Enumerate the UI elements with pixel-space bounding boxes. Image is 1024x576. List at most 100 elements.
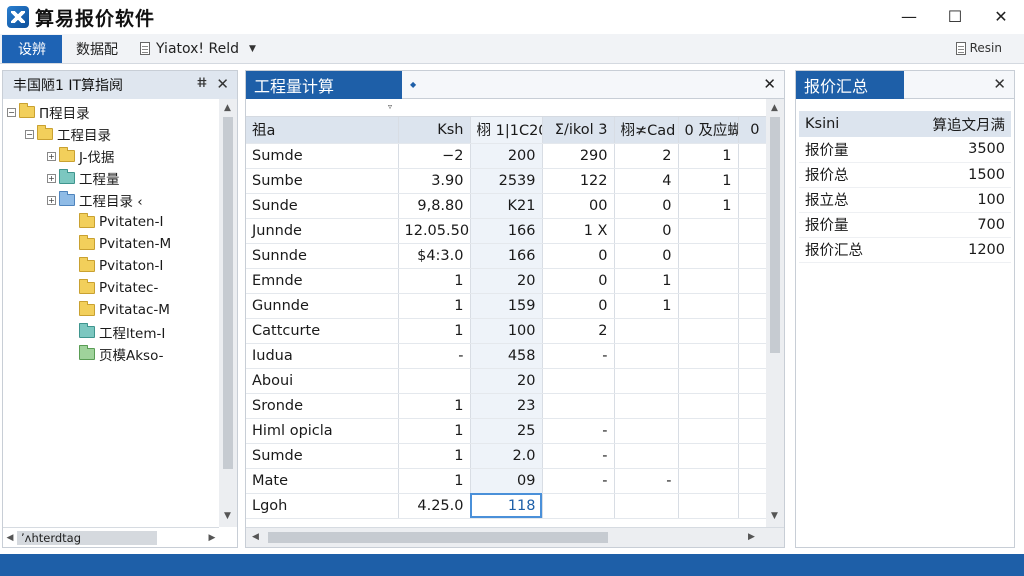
grid-cell[interactable]	[678, 493, 739, 519]
grid-cell[interactable]	[738, 193, 767, 219]
grid-cell[interactable]: 1	[678, 143, 739, 169]
table-row[interactable]: Sumbe 3.90 2539 122 4 1	[246, 168, 767, 194]
grid-cell[interactable]: 1	[398, 418, 471, 444]
grid-cell[interactable]	[678, 268, 739, 294]
grid-scroll-thumb[interactable]	[770, 117, 780, 353]
grid-cell[interactable]: 166	[470, 218, 543, 244]
grid-cell[interactable]	[738, 168, 767, 194]
grid-cell[interactable]: 0	[542, 243, 615, 269]
table-row[interactable]: Sumde 1 2.0-	[246, 443, 767, 469]
grid-cell[interactable]: -	[614, 468, 679, 494]
grid-cell[interactable]	[678, 218, 739, 244]
grid-cell[interactable]	[738, 293, 767, 319]
table-row[interactable]: Mate 1 09- -	[246, 468, 767, 494]
grid-cell[interactable]: Himl opicla	[246, 418, 399, 444]
grid-cell[interactable]: 1	[398, 468, 471, 494]
grid-cell[interactable]: Sunde	[246, 193, 399, 219]
column-header[interactable]: 祖a	[246, 117, 399, 144]
grid-cell[interactable]: Sunnde	[246, 243, 399, 269]
menu-tab-data[interactable]: 数据配	[76, 39, 118, 59]
grid-cell[interactable]: 3.90	[398, 168, 471, 194]
grid-cell[interactable]	[738, 493, 767, 519]
table-row[interactable]: Lgoh 4.25.0 118	[246, 493, 767, 519]
grid-cell[interactable]	[738, 218, 767, 244]
grid-cell[interactable]	[614, 493, 679, 519]
grid-cell[interactable]: 1	[398, 393, 471, 419]
grid-cell[interactable]: Lgoh	[246, 493, 399, 519]
grid-panel-close-icon[interactable]: ✕	[763, 75, 776, 93]
grid-cell[interactable]: 25	[470, 418, 543, 444]
grid-cell[interactable]: 166	[470, 243, 543, 269]
grid-cell[interactable]	[678, 418, 739, 444]
summary-row[interactable]: 报价总 1500	[799, 162, 1011, 188]
table-row[interactable]: Junnde 12.05.50 166 1 X0	[246, 218, 767, 244]
grid-cell[interactable]: $4:3.0	[398, 243, 471, 269]
tree-horizontal-scrollbar[interactable]: ◀ ʼʌhterdtag ▶	[3, 527, 219, 547]
tree-item[interactable]: 工程ltem-I	[79, 321, 165, 343]
scroll-right-icon[interactable]: ▶	[748, 532, 755, 542]
summary-row[interactable]: 报价量 700	[799, 212, 1011, 238]
table-row[interactable]: Sronde 1 23	[246, 393, 767, 419]
table-row[interactable]: Sumde −2 200 290 2 1	[246, 143, 767, 169]
table-row[interactable]: Gunnde 1 159 0 1	[246, 293, 767, 319]
grid-cell[interactable]	[738, 343, 767, 369]
column-header[interactable]: 栩 1|1C20	[470, 117, 543, 144]
scroll-left-icon[interactable]: ◀	[252, 532, 259, 542]
table-row[interactable]: Sunde 9,8.80 K21 00 0 1	[246, 193, 767, 219]
minimize-button[interactable]: —	[886, 0, 932, 32]
tree-vertical-scrollbar[interactable]: ▲ ▼	[219, 99, 237, 527]
close-button[interactable]: ✕	[978, 0, 1024, 32]
grid-cell[interactable]: 1	[398, 318, 471, 344]
grid-cell[interactable]	[678, 343, 739, 369]
grid-cell[interactable]	[678, 393, 739, 419]
grid-cell[interactable]: 1	[398, 268, 471, 294]
grid-cell[interactable]: 00	[542, 193, 615, 219]
tree-item[interactable]: − 工程目录	[25, 123, 111, 145]
grid-cell[interactable]: Iudua	[246, 343, 399, 369]
grid-cell[interactable]: 4.25.0	[398, 493, 471, 519]
grid-cell[interactable]: 0	[614, 193, 679, 219]
expand-toggle-icon[interactable]: +	[47, 151, 56, 161]
collapse-toggle-icon[interactable]: −	[7, 107, 16, 117]
scroll-up-icon[interactable]: ▲	[771, 103, 778, 113]
grid-cell[interactable]: -	[542, 443, 615, 469]
grid-cell[interactable]: 290	[542, 143, 615, 169]
table-row[interactable]: Iudua -458-	[246, 343, 767, 369]
grid-cell[interactable]: −2	[398, 143, 471, 169]
grid-cell[interactable]: Aboui	[246, 368, 399, 394]
grid-cell[interactable]	[678, 318, 739, 344]
table-row[interactable]: Emnde 1 20 0 1	[246, 268, 767, 294]
column-header[interactable]: 0 及应蝴	[678, 117, 739, 144]
tree-item[interactable]: Pvitaten-M	[79, 233, 171, 255]
scroll-down-icon[interactable]: ▼	[771, 511, 778, 521]
grid-cell[interactable]: -	[542, 418, 615, 444]
grid-cell[interactable]: 1	[398, 293, 471, 319]
column-header[interactable]: Σ/ikol 3	[542, 117, 615, 144]
grid-cell[interactable]: 4	[614, 168, 679, 194]
column-header[interactable]: Ksh	[398, 117, 471, 144]
grid-cell[interactable]: Sumde	[246, 143, 399, 169]
collapse-toggle-icon[interactable]: −	[25, 129, 34, 139]
summary-row[interactable]: 报立总 100	[799, 187, 1011, 213]
document-dropdown[interactable]: Yiatox! Reld ▼	[140, 41, 256, 57]
grid-cell[interactable]	[614, 368, 679, 394]
grid-cell[interactable]: Gunnde	[246, 293, 399, 319]
grid-cell[interactable]: 122	[542, 168, 615, 194]
grid-cell[interactable]: 9,8.80	[398, 193, 471, 219]
scroll-down-icon[interactable]: ▼	[224, 511, 231, 521]
grid-cell[interactable]: Sumde	[246, 443, 399, 469]
expand-toggle-icon[interactable]: +	[47, 195, 56, 205]
table-row[interactable]: Cattcurte 1 100 2	[246, 318, 767, 344]
summary-panel-close-icon[interactable]: ✕	[993, 75, 1006, 93]
grid-cell[interactable]	[542, 393, 615, 419]
grid-cell[interactable]	[678, 468, 739, 494]
grid-vertical-scrollbar[interactable]: ▲ ▼	[766, 99, 784, 527]
grid-cell[interactable]: K21	[470, 193, 543, 219]
grid-cell[interactable]	[678, 243, 739, 269]
grid-cell[interactable]: 0	[614, 243, 679, 269]
grid-cell[interactable]: -	[398, 343, 471, 369]
grid-cell[interactable]	[738, 243, 767, 269]
grid-cell[interactable]: 2	[614, 143, 679, 169]
column-header[interactable]: 栩≭Cad	[614, 117, 679, 144]
tree-item[interactable]: Pvitatac-M	[79, 299, 170, 321]
